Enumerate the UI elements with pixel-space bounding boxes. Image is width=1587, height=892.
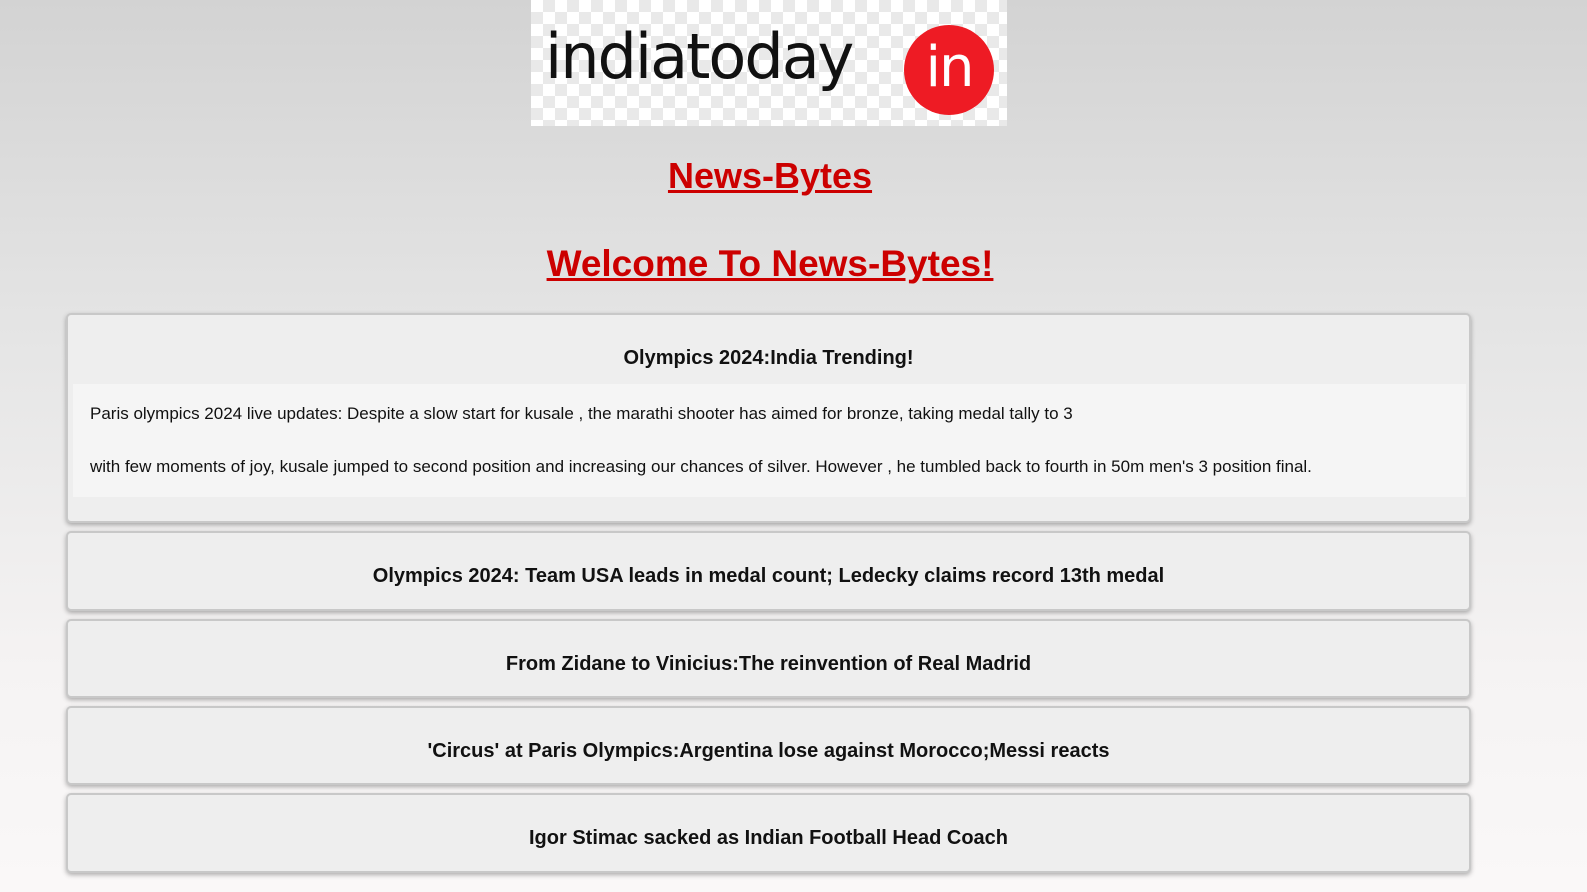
brand-heading[interactable]: News-Bytes xyxy=(0,155,1540,197)
article-paragraph: Paris olympics 2024 live updates: Despit… xyxy=(90,404,1073,423)
article-card-expanded[interactable]: Olympics 2024:India Trending! Paris olym… xyxy=(66,313,1471,523)
logo-wordmark: indiatoday xyxy=(545,20,854,93)
article-card[interactable]: Olympics 2024: Team USA leads in medal c… xyxy=(66,531,1471,611)
article-card[interactable]: 'Circus' at Paris Olympics:Argentina los… xyxy=(66,706,1471,785)
site-logo[interactable]: indiatoday in xyxy=(531,0,1007,126)
article-title[interactable]: Olympics 2024: Team USA leads in medal c… xyxy=(68,565,1469,588)
article-paragraph: with few moments of joy, kusale jumped t… xyxy=(90,457,1312,476)
article-card[interactable]: From Zidane to Vinicius:The reinvention … xyxy=(66,619,1471,698)
article-title[interactable]: Olympics 2024:India Trending! xyxy=(68,347,1469,370)
article-title[interactable]: Igor Stimac sacked as Indian Football He… xyxy=(68,827,1469,850)
article-title[interactable]: 'Circus' at Paris Olympics:Argentina los… xyxy=(68,740,1469,763)
logo-badge: in xyxy=(904,25,994,115)
welcome-heading[interactable]: Welcome To News-Bytes! xyxy=(0,243,1540,285)
article-card[interactable]: Igor Stimac sacked as Indian Football He… xyxy=(66,793,1471,873)
article-title[interactable]: From Zidane to Vinicius:The reinvention … xyxy=(68,653,1469,676)
article-body: Paris olympics 2024 live updates: Despit… xyxy=(73,384,1466,497)
